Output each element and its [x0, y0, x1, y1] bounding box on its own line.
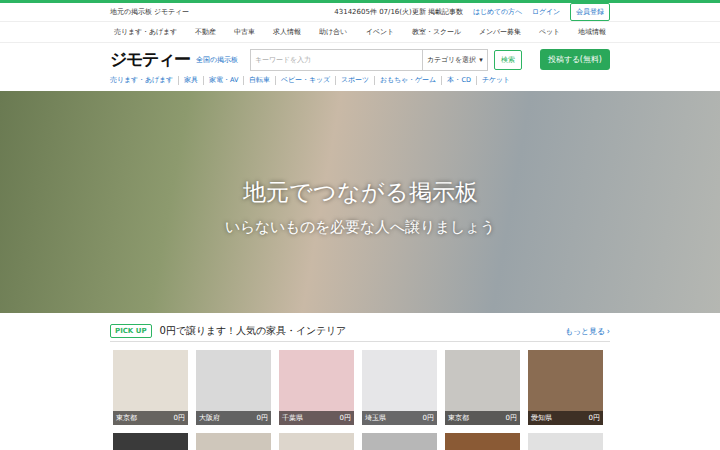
category-nav: 売ります・あげます 不動産 中古車 求人情報 助け合い イベント 教室・スクール メンバー募集…: [0, 21, 720, 43]
item-price: 0円: [423, 413, 434, 423]
category-nav-item[interactable]: メンバー募集: [479, 27, 521, 37]
sub-nav-item[interactable]: 家電・AV: [203, 76, 243, 85]
item-card[interactable]: 大阪府 0円: [196, 350, 271, 425]
category-select[interactable]: カテゴリを選択▾: [422, 50, 487, 70]
post-count: 43142605件 07/16(火)更新 掲載記事数: [334, 7, 463, 17]
category-nav-item[interactable]: ペット: [539, 27, 560, 37]
pickup-title: 0円で譲ります！人気の家具・インテリア: [160, 324, 557, 338]
category-nav-item[interactable]: 助け合い: [319, 27, 347, 37]
sub-nav-item[interactable]: 本・CD: [441, 76, 476, 85]
item-card[interactable]: [362, 433, 437, 450]
item-card[interactable]: 千葉県 0円: [279, 350, 354, 425]
hero-banner: 地元でつながる掲示板いらないものを必要な人へ譲りましょう: [0, 91, 720, 313]
item-caption: 東京都 0円: [445, 411, 520, 425]
top-bar: 地元の掲示板 ジモティー 43142605件 07/16(火)更新 掲載記事数はじ…: [110, 3, 610, 21]
pickup-grid: 東京都 0円 大阪府 0円 千葉県 0円 埼玉県 0円 東京都 0円 愛知県 0円: [110, 350, 610, 450]
header: ジモティー全国の掲示板 カテゴリを選択▾ 検索投稿する(無料): [110, 43, 610, 75]
item-price: 0円: [340, 413, 351, 423]
item-price: 0円: [257, 413, 268, 423]
item-card[interactable]: [279, 433, 354, 450]
sub-nav-item[interactable]: チケット: [476, 76, 515, 85]
category-nav-item[interactable]: 地域情報: [578, 27, 606, 37]
item-price: 0円: [174, 413, 185, 423]
item-card[interactable]: [528, 433, 603, 450]
select-arrow-icon: ▾: [479, 56, 483, 64]
item-place: 大阪府: [199, 413, 220, 423]
search-box: カテゴリを選択▾: [250, 49, 488, 71]
item-card[interactable]: 埼玉県 0円: [362, 350, 437, 425]
sub-nav-item[interactable]: おもちゃ・ゲーム: [374, 76, 441, 85]
register-button[interactable]: 会員登録: [570, 3, 610, 21]
top-right: 43142605件 07/16(火)更新 掲載記事数はじめての方へログイン会員登…: [334, 3, 610, 21]
sub-nav: 売ります・あげます家具家電・AV自転車ベビー・キッズスポーツおもちゃ・ゲーム本・…: [110, 75, 610, 91]
item-place: 埼玉県: [365, 413, 386, 423]
sub-nav-item[interactable]: 家具: [178, 76, 203, 85]
sub-nav-item[interactable]: ベビー・キッズ: [275, 76, 335, 85]
item-card[interactable]: [196, 433, 271, 450]
sub-nav-item[interactable]: スポーツ: [335, 76, 374, 85]
pickup-badge: PICK UP: [110, 324, 152, 338]
item-price: 0円: [506, 413, 517, 423]
area-link[interactable]: 全国の掲示板: [196, 55, 238, 65]
post-button[interactable]: 投稿する(無料): [540, 49, 610, 70]
category-nav-item[interactable]: 売ります・あげます: [114, 27, 177, 37]
top-link[interactable]: はじめての方へ: [473, 7, 522, 17]
hero-subtitle: いらないものを必要な人へ譲りましょう: [225, 218, 495, 237]
category-nav-item[interactable]: 中古車: [234, 27, 255, 37]
sub-nav-item[interactable]: 売ります・あげます: [110, 76, 178, 85]
pickup-section: PICK UP0円で譲ります！人気の家具・インテリアもっと見る›東京都0円大阪府…: [110, 313, 610, 450]
more-link[interactable]: もっと見る›: [565, 326, 610, 337]
tagline: 地元の掲示板 ジモティー: [110, 7, 189, 17]
item-card[interactable]: 愛知県 0円: [528, 350, 603, 425]
category-nav-item[interactable]: 求人情報: [273, 27, 301, 37]
item-price: 0円: [589, 413, 600, 423]
item-place: 千葉県: [282, 413, 303, 423]
item-caption: 東京都 0円: [113, 411, 188, 425]
category-nav-row: 売ります・あげます 不動産 中古車 求人情報 助け合い イベント 教室・スクール メンバー募集…: [110, 22, 610, 42]
item-card[interactable]: [445, 433, 520, 450]
top-link[interactable]: ログイン: [532, 7, 560, 17]
category-nav-item[interactable]: 不動産: [195, 27, 216, 37]
item-card[interactable]: 東京都 0円: [445, 350, 520, 425]
chevron-icon: ›: [607, 327, 610, 336]
item-place: 東京都: [116, 413, 137, 423]
hero-title: 地元でつながる掲示板: [243, 167, 478, 208]
item-caption: 愛知県 0円: [528, 411, 603, 425]
item-card[interactable]: [113, 433, 188, 450]
pickup-header: PICK UP 0円で譲ります！人気の家具・インテリアもっと見る›: [110, 324, 610, 342]
category-nav-item[interactable]: 教室・スクール: [412, 27, 461, 37]
search-input[interactable]: [251, 50, 422, 70]
item-caption: 大阪府 0円: [196, 411, 271, 425]
item-place: 愛知県: [531, 413, 552, 423]
category-nav-item[interactable]: イベント: [366, 27, 394, 37]
item-place: 東京都: [448, 413, 469, 423]
search-button[interactable]: 検索: [494, 50, 522, 70]
logo[interactable]: ジモティー: [110, 48, 190, 71]
sub-nav-item[interactable]: 自転車: [243, 76, 275, 85]
item-card[interactable]: 東京都 0円: [113, 350, 188, 425]
item-caption: 埼玉県 0円: [362, 411, 437, 425]
item-caption: 千葉県 0円: [279, 411, 354, 425]
page: 地元の掲示板 ジモティー 43142605件 07/16(火)更新 掲載記事数はじ…: [0, 0, 720, 450]
